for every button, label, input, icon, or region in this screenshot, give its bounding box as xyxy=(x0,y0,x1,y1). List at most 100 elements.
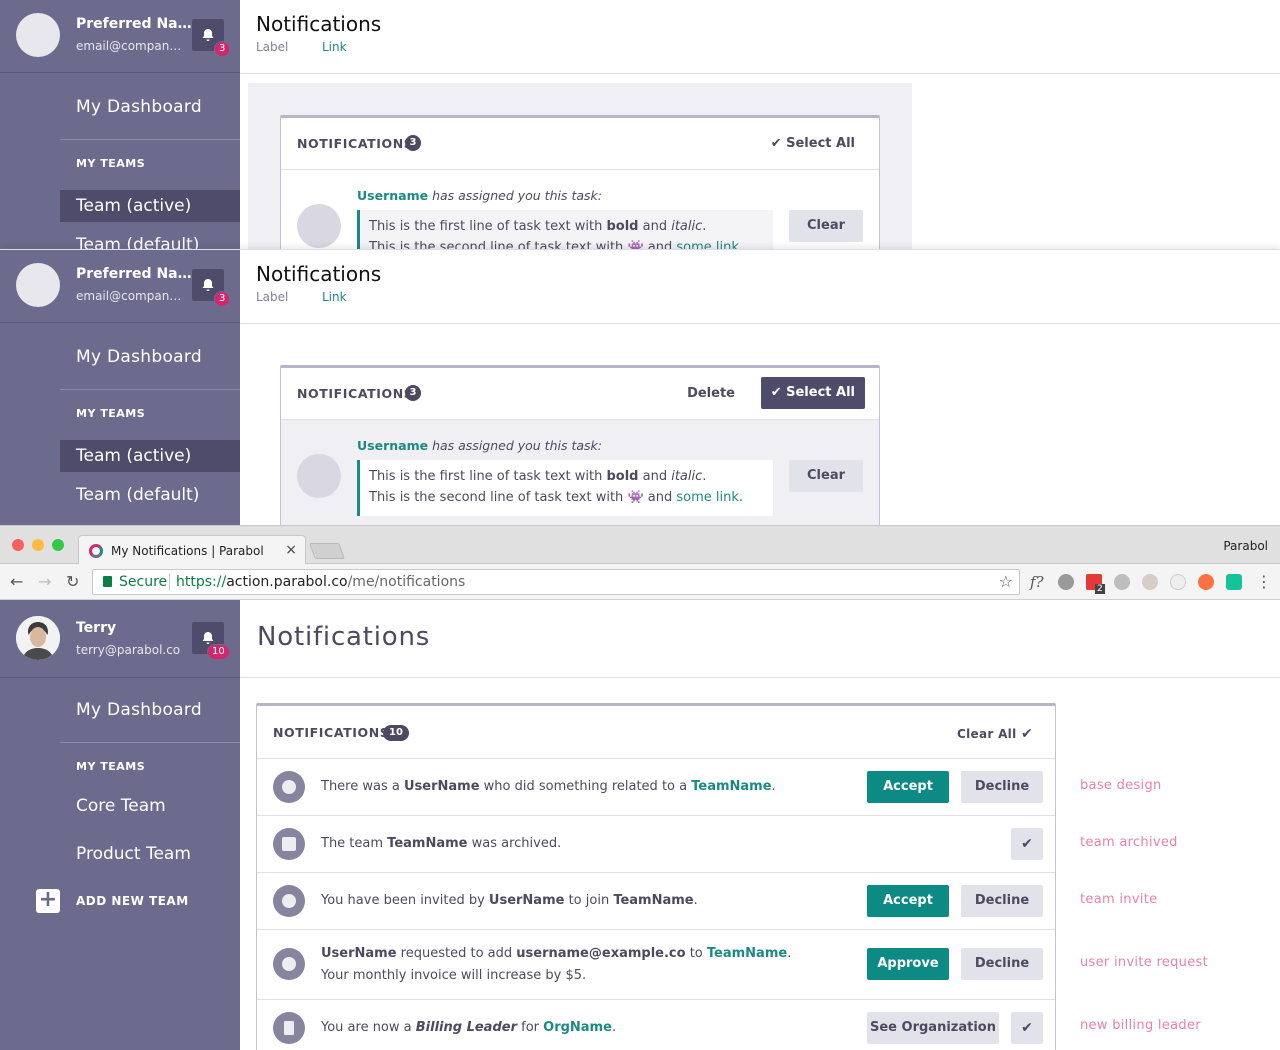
card-header: NOTIFICATIONS 10 Clear All ✔ xyxy=(257,706,1055,759)
page-title: Notifications xyxy=(256,12,382,36)
acknowledge-check-button[interactable]: ✔ xyxy=(1011,1012,1043,1044)
org-link[interactable]: OrgName xyxy=(543,1020,612,1035)
notifications-card: NOTIFICATIONS 3 ✔ Select All Username ha… xyxy=(280,115,880,249)
bell-icon xyxy=(202,632,214,644)
page-header: Notifications xyxy=(240,600,1280,678)
team-link[interactable]: TeamName xyxy=(707,946,787,961)
task-italic: italic xyxy=(671,469,703,484)
decline-button[interactable]: Decline xyxy=(961,771,1043,803)
bookmark-star-icon[interactable]: ☆ xyxy=(999,572,1013,591)
task-text: and xyxy=(643,240,677,249)
text: . xyxy=(693,893,698,908)
task-text: and xyxy=(643,490,677,505)
nav-team-active[interactable]: Team (active) xyxy=(60,190,240,222)
url-path: /me/notifications xyxy=(347,574,466,590)
task-card[interactable]: This is the first line of task text with… xyxy=(357,210,773,249)
formula-extension-icon[interactable]: f? xyxy=(1030,573,1044,591)
clear-all-button[interactable]: Clear All ✔ xyxy=(957,726,1033,742)
see-organization-button[interactable]: See Organization xyxy=(867,1012,999,1044)
assign-text: has assigned you this task: xyxy=(432,438,602,453)
plus-icon[interactable]: + xyxy=(36,889,60,913)
nav-team-default[interactable]: Team (default) xyxy=(76,235,199,249)
mockup-panel-1: Preferred Na… email@compan… 3 My Dashboa… xyxy=(0,0,1280,249)
maximize-window-button[interactable] xyxy=(52,539,64,551)
reload-icon[interactable]: ↻ xyxy=(66,572,79,591)
drive-extension-icon[interactable] xyxy=(1114,574,1130,590)
username-link[interactable]: Username xyxy=(357,188,428,203)
back-arrow-icon[interactable]: ← xyxy=(10,572,23,591)
duckduckgo-extension-icon[interactable] xyxy=(1198,574,1214,590)
header-link[interactable]: Link xyxy=(322,290,347,304)
task-link[interactable]: some link xyxy=(676,240,739,249)
group-icon xyxy=(273,885,305,917)
notification-row: Username has assigned you this task: Thi… xyxy=(281,170,879,249)
extension-icon[interactable] xyxy=(1058,574,1074,590)
header-link[interactable]: Link xyxy=(322,40,347,54)
add-new-team-button[interactable]: ADD NEW TEAM xyxy=(76,894,189,908)
clear-button[interactable]: Clear xyxy=(789,460,863,492)
close-window-button[interactable] xyxy=(12,539,24,551)
nav-my-dashboard[interactable]: My Dashboard xyxy=(76,97,202,117)
parabol-favicon-icon xyxy=(89,544,103,558)
extension-icon[interactable] xyxy=(1142,574,1158,590)
notification-row: You are now a Billing Leader for OrgName… xyxy=(257,1000,1055,1050)
page-header: Notifications Label Link xyxy=(240,0,1280,74)
accept-button[interactable]: Accept xyxy=(867,771,949,803)
nav-team-product[interactable]: Product Team xyxy=(76,844,191,864)
clear-button[interactable]: Clear xyxy=(789,210,863,242)
url-bar[interactable]: Secure https://action.parabol.co/me/noti… xyxy=(92,569,1020,595)
forward-arrow-icon[interactable]: → xyxy=(38,572,51,591)
my-teams-heading: MY TEAMS xyxy=(76,157,146,170)
notification-row-selected[interactable]: Username has assigned you this task: Thi… xyxy=(281,420,879,525)
text: . xyxy=(787,946,792,961)
select-all-button[interactable]: ✔ Select All xyxy=(760,377,865,409)
browser-tab[interactable]: My Notifications | Parabol × xyxy=(78,535,306,565)
annotation-label: team invite xyxy=(1080,892,1158,907)
check-icon: ✔ xyxy=(1021,1020,1033,1036)
grammarly-extension-icon[interactable] xyxy=(1226,574,1242,590)
text: . xyxy=(611,1020,617,1035)
accept-button[interactable]: Accept xyxy=(867,885,949,917)
avatar xyxy=(297,204,341,248)
browser-titlebar: My Notifications | Parabol × Parabol xyxy=(0,526,1280,565)
minimize-window-button[interactable] xyxy=(32,539,44,551)
nav-my-dashboard[interactable]: My Dashboard xyxy=(76,700,202,720)
avatar[interactable] xyxy=(16,263,60,307)
decline-button[interactable]: Decline xyxy=(961,948,1043,980)
extension-icon[interactable] xyxy=(1170,574,1186,590)
nav-team-active[interactable]: Team (active) xyxy=(60,440,240,472)
alien-emoji-icon: 👾 xyxy=(627,490,644,505)
approve-button[interactable]: Approve xyxy=(867,948,949,980)
task-link[interactable]: some link xyxy=(676,490,739,505)
url-separator xyxy=(169,573,170,591)
task-card[interactable]: This is the first line of task text with… xyxy=(357,460,773,516)
tab-close-icon[interactable]: × xyxy=(285,542,297,558)
nav-team-default[interactable]: Team (default) xyxy=(76,485,199,505)
menu-kebab-icon[interactable]: ⋮ xyxy=(1256,572,1272,591)
notification-row: UserName requested to add username@examp… xyxy=(257,930,1055,1000)
delete-button[interactable]: Delete xyxy=(687,386,735,401)
profile-label[interactable]: Parabol xyxy=(1223,539,1268,553)
notification-count-pill: 3 xyxy=(405,135,421,151)
new-tab-button[interactable] xyxy=(309,543,345,559)
annotation-label: team archived xyxy=(1080,835,1178,850)
email-bold: username@example.co xyxy=(516,946,686,961)
username-link[interactable]: Username xyxy=(357,438,428,453)
acknowledge-check-button[interactable]: ✔ xyxy=(1011,828,1043,860)
secure-label: Secure xyxy=(119,574,168,590)
nav-team-core[interactable]: Core Team xyxy=(76,796,166,816)
task-bold: bold xyxy=(606,219,639,234)
role-bold-italic: Billing Leader xyxy=(415,1020,517,1035)
task-line-2: This is the second line of task text wit… xyxy=(369,490,744,505)
decline-button[interactable]: Decline xyxy=(961,885,1043,917)
nav-my-dashboard[interactable]: My Dashboard xyxy=(76,347,202,367)
select-all-button[interactable]: ✔ Select All xyxy=(771,136,855,151)
address-toolbar: ← → ↻ Secure https://action.parabol.co/m… xyxy=(0,564,1280,600)
text: There was a xyxy=(321,779,404,794)
text: for xyxy=(517,1020,544,1035)
avatar[interactable] xyxy=(16,13,60,57)
team-link[interactable]: TeamName xyxy=(691,779,771,794)
user-circle-icon xyxy=(273,771,305,803)
avatar[interactable] xyxy=(16,616,60,660)
page-title: Notifications xyxy=(256,262,382,286)
